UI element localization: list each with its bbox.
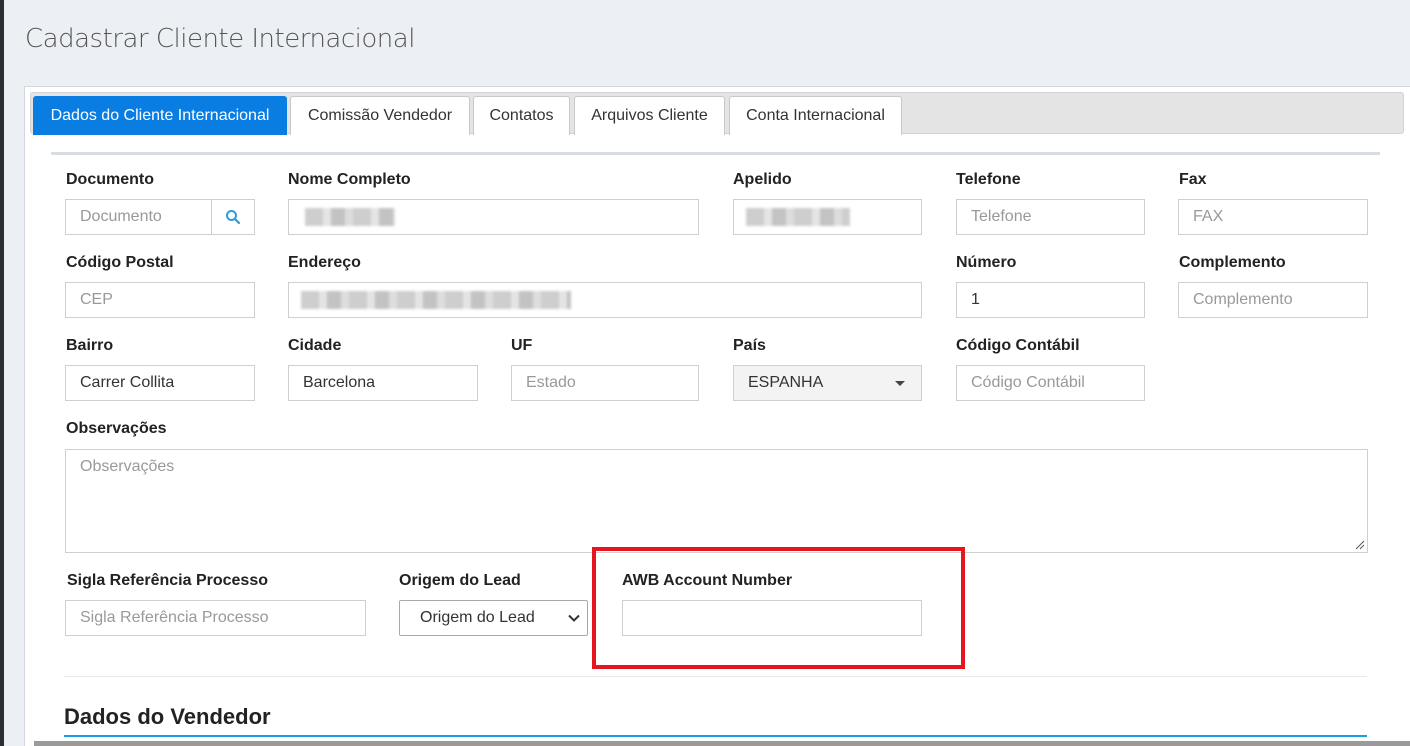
codigo-postal-label: Código Postal	[66, 254, 174, 271]
origem-lead-select[interactable]: Origem do Lead	[399, 600, 588, 636]
redacted-value	[305, 208, 395, 226]
numero-label: Número	[956, 254, 1017, 271]
tab-contatos[interactable]: Contatos	[473, 96, 570, 135]
redacted-value	[301, 291, 571, 309]
tab-conta-internacional[interactable]: Conta Internacional	[729, 96, 902, 135]
uf-label: UF	[511, 337, 533, 354]
horizontal-scrollbar[interactable]	[34, 741, 1410, 746]
numero-input[interactable]	[956, 282, 1145, 318]
codigo-contabil-input[interactable]	[956, 365, 1145, 401]
observacoes-label: Observações	[66, 420, 167, 437]
tab-dados-cliente[interactable]: Dados do Cliente Internacional	[33, 96, 287, 135]
search-icon	[226, 210, 241, 225]
telefone-label: Telefone	[956, 171, 1021, 188]
observacoes-textarea[interactable]	[65, 449, 1368, 553]
caret-down-icon	[895, 381, 905, 386]
sigla-referencia-input[interactable]	[65, 600, 366, 636]
pais-selected-value: ESPANHA	[748, 374, 824, 391]
chevron-down-icon	[568, 614, 580, 622]
documento-input[interactable]	[65, 199, 212, 235]
redacted-value	[746, 208, 850, 226]
section-underline	[64, 735, 1367, 737]
complemento-label: Complemento	[1179, 254, 1286, 271]
section-title-vendedor: Dados do Vendedor	[64, 704, 271, 729]
tab-content-divider	[51, 152, 1380, 155]
endereco-input[interactable]	[288, 282, 922, 318]
codigo-contabil-label: Código Contábil	[956, 337, 1080, 354]
cep-input[interactable]	[65, 282, 255, 318]
fax-input[interactable]	[1178, 199, 1368, 235]
apelido-input[interactable]	[733, 199, 922, 235]
cidade-input[interactable]	[288, 365, 478, 401]
search-documento-button[interactable]	[211, 199, 255, 235]
complemento-input[interactable]	[1178, 282, 1368, 318]
sigla-referencia-label: Sigla Referência Processo	[67, 572, 268, 589]
bairro-input[interactable]	[65, 365, 255, 401]
nome-completo-label: Nome Completo	[288, 171, 411, 188]
origem-lead-selected-value: Origem do Lead	[420, 609, 535, 626]
nome-completo-input[interactable]	[288, 199, 699, 235]
pais-select[interactable]: ESPANHA	[733, 365, 922, 401]
telefone-input[interactable]	[956, 199, 1145, 235]
uf-input[interactable]	[511, 365, 699, 401]
apelido-label: Apelido	[733, 171, 792, 188]
origem-lead-label: Origem do Lead	[399, 572, 521, 589]
bairro-label: Bairro	[66, 337, 114, 354]
tab-arquivos-cliente[interactable]: Arquivos Cliente	[574, 96, 725, 135]
section-divider	[64, 676, 1367, 677]
highlight-box	[592, 547, 965, 669]
endereco-label: Endereço	[288, 254, 361, 271]
page-title: Cadastrar Cliente Internacional	[25, 24, 415, 54]
documento-label: Documento	[66, 171, 154, 188]
cidade-label: Cidade	[288, 337, 342, 354]
tab-comissao-vendedor[interactable]: Comissão Vendedor	[290, 96, 470, 135]
pais-label: País	[733, 337, 766, 354]
fax-label: Fax	[1179, 171, 1207, 188]
window-edge	[0, 0, 4, 746]
resize-grip-icon[interactable]	[1355, 540, 1365, 550]
